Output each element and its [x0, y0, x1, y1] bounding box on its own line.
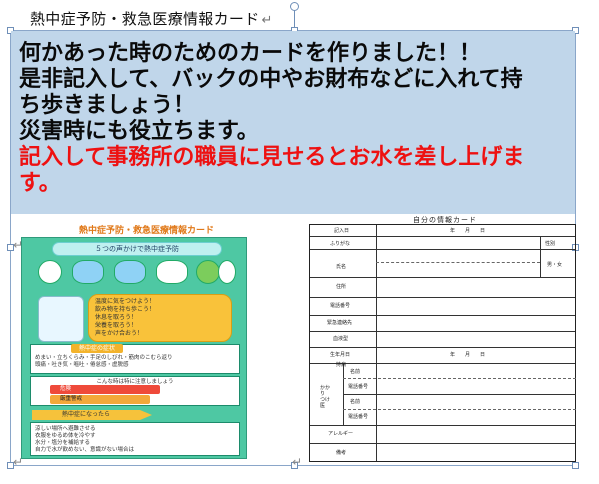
form-row — [310, 277, 575, 278]
form-label-address: 住所 — [336, 284, 347, 290]
rotate-handle[interactable] — [290, 2, 299, 11]
meal-icon — [156, 260, 188, 284]
form-row — [310, 363, 575, 364]
heatstroke-info-card: 熱中症予防・救急医療情報カード ５つの声かけで熱中症予防 温度に気をつけよう！ … — [21, 220, 247, 460]
level-severe: 厳重警戒 — [50, 395, 150, 404]
banner-red-line-2: す。 — [19, 171, 61, 196]
gender-divider — [540, 236, 541, 277]
form-row — [310, 236, 575, 237]
form-label-blood: 血液型 — [333, 336, 349, 342]
first-aid-arrow: 熱中症になったら — [32, 410, 152, 420]
doctor-row — [343, 394, 576, 395]
form-row — [310, 331, 575, 332]
bubble-line: 声をかけ合おう！ — [95, 330, 144, 337]
people-icon — [196, 260, 220, 284]
form-label-emergency: 緊急連絡先 — [327, 320, 353, 326]
form-row — [310, 249, 575, 250]
symptom-line: 頭痛・吐き気・嘔吐・倦怠感・虚脱感 — [35, 362, 129, 368]
form-label-furigana: ふりがな — [330, 241, 351, 247]
doctor-sub-label: 電話番号 — [348, 414, 369, 420]
form-label-name: 氏名 — [336, 264, 347, 270]
personal-info-form: 性別 男・女 名前 電話番号 名前 電話番号 記入日 年 月 日 ふりがな 氏名… — [309, 224, 576, 462]
heading-text: 熱中症予防・救急医療情報カード — [30, 10, 260, 28]
form-label-phone: 電話番号 — [330, 303, 351, 309]
first-aid-line: 水分・塩分を補給する — [35, 440, 91, 446]
form-row — [310, 443, 575, 444]
document-heading: 熱中症予防・救急医療情報カード ↵ — [30, 8, 273, 29]
first-aid-box: 涼しい場所へ避難させる 衣服をゆるめ体を冷やす 水分・塩分を補給する 自力で水が… — [30, 422, 240, 456]
message-banner: 何かあった時のためのカードを作りました！！ 是非記入して、バックの中やお財布など… — [11, 31, 575, 214]
form-row — [310, 347, 575, 348]
first-aid-line: 自力で水が飲めない、意識がない場合は — [35, 447, 135, 453]
thermometer-icon — [38, 260, 62, 284]
level-danger: 危険 — [50, 385, 160, 394]
banner-line-4: 災害時にも役立ちます。 — [19, 119, 259, 144]
doctor-sub-label: 名前 — [350, 399, 361, 405]
banner-line-2: 是非記入して、バックの中やお財布などに入れて持 — [19, 67, 523, 92]
bubble-line: 温度に気をつけよう！ — [95, 298, 156, 305]
gender-value: 男・女 — [547, 262, 563, 268]
doctor-dash — [343, 409, 576, 410]
symptom-line: めまい・立ちくらみ・手足のしびれ・筋肉のこむら返り — [35, 355, 173, 361]
nurse-illustration-icon — [38, 296, 84, 342]
paragraph-mark: ↵ — [261, 13, 273, 28]
water-icon — [72, 260, 104, 284]
symptoms-header: 熱中症の症状 — [71, 344, 124, 353]
first-aid-line: 涼しい場所へ避難させる — [35, 426, 96, 432]
rest-icon — [114, 260, 146, 284]
resize-handle-bottom-right[interactable] — [572, 462, 579, 469]
form-value-birthday: 年 月 日 — [450, 352, 486, 358]
doctor-sub-label: 電話番号 — [348, 384, 369, 390]
form-value-date: 年 月 日 — [450, 228, 486, 234]
person-icon — [218, 260, 236, 284]
form-row — [310, 297, 575, 298]
symptoms-box: 熱中症の症状 めまい・立ちくらみ・手足のしびれ・筋肉のこむら返り 頭痛・吐き気・… — [30, 344, 240, 374]
card-body: ５つの声かけで熱中症予防 温度に気をつけよう！ 飲み物を持ち歩こう！ 休息を取ろ… — [21, 237, 247, 459]
bubble-line: 飲み物を持ち歩こう！ — [95, 306, 156, 313]
form-label-notes: 備考 — [336, 450, 347, 456]
banner-line-3: ち歩きましょう！ — [19, 93, 196, 118]
tips-icons-row — [32, 258, 238, 288]
form-label-date: 記入日 — [334, 228, 350, 234]
form-label-birthday: 生年月日 — [330, 352, 351, 358]
furigana-dash — [376, 262, 540, 263]
form-label-allergy: アレルギー — [328, 431, 354, 437]
bubble-line: 休息を取ろう！ — [95, 314, 138, 321]
first-aid-line: 衣服をゆるめ体を冷やす — [35, 433, 96, 439]
form-label-illness: 持病 — [336, 362, 347, 368]
form-row — [310, 315, 575, 316]
doctor-sub-label: 名前 — [350, 369, 361, 375]
gender-label: 性別 — [545, 241, 556, 247]
banner-line-1: 何かあった時のためのカードを作りました！！ — [19, 41, 482, 66]
bubble-line: 栄養を取ろう！ — [95, 322, 138, 329]
doctor-dash — [343, 378, 576, 379]
form-row — [310, 425, 575, 426]
banner-red-line-1: 記入して事務所の職員に見せるとお水を差し上げま — [19, 145, 525, 170]
paragraph-mark: ↵ — [292, 455, 303, 469]
tips-speech-bubble: 温度に気をつけよう！ 飲み物を持ち歩こう！ 休息を取ろう！ 栄養を取ろう！ 声を… — [88, 294, 232, 342]
form-label-doctor: かかりつけ医 — [320, 385, 331, 409]
five-tips-pill: ５つの声かけで熱中症予防 — [52, 242, 222, 256]
card-title: 熱中症予防・救急医療情報カード — [79, 226, 215, 236]
